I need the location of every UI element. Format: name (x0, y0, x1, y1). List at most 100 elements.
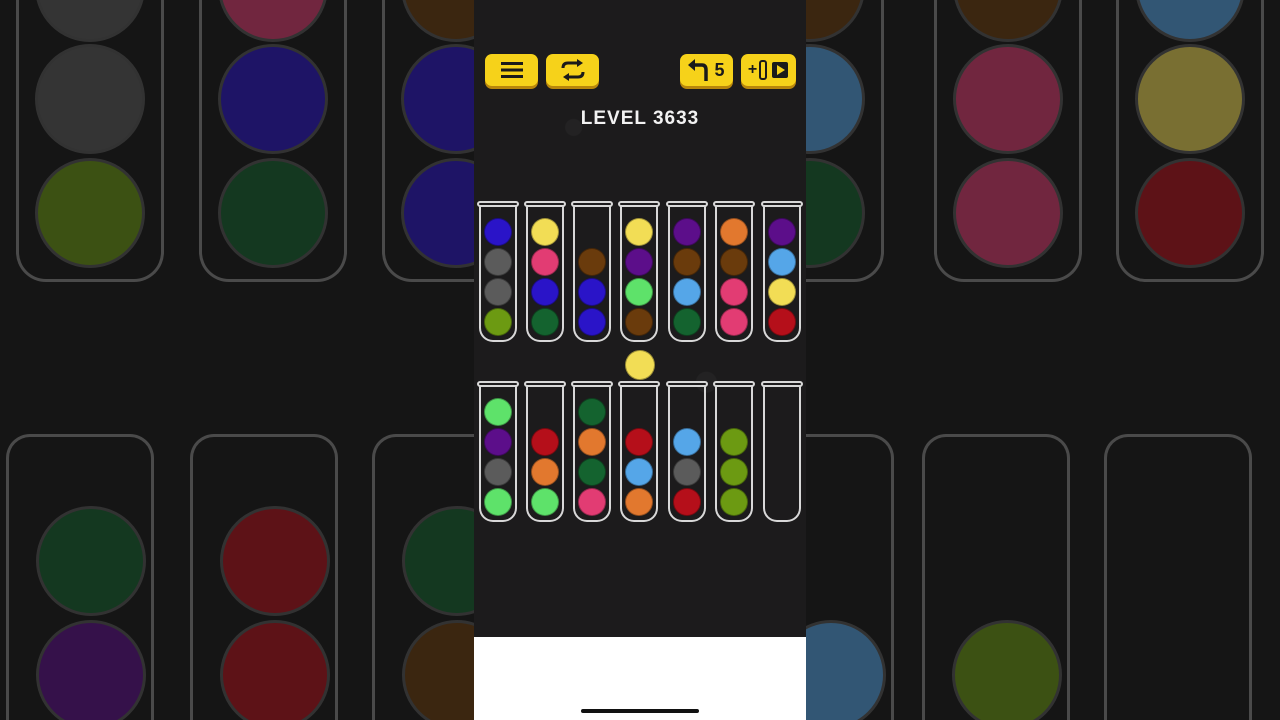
top-row-tube-2[interactable] (524, 201, 566, 342)
top-row-tube-1[interactable] (477, 201, 519, 342)
ball-brown (673, 248, 701, 276)
tube-rim (761, 381, 803, 387)
ball-red (768, 308, 796, 336)
bottom-row-tube-6[interactable] (713, 381, 755, 522)
level-title: LEVEL 3633 (580, 108, 700, 129)
tube-rim (524, 381, 566, 387)
ball-gray (484, 458, 512, 486)
ball-purple (673, 218, 701, 246)
home-indicator (581, 709, 699, 713)
background-ball (36, 506, 146, 616)
ball-olive (720, 428, 748, 456)
background-ball (35, 158, 145, 268)
tube-icon (758, 60, 768, 80)
background-left (0, 0, 474, 720)
ball-skyblue (673, 428, 701, 456)
bottom-row-tube-5[interactable] (666, 381, 708, 522)
tube-rim (477, 201, 519, 207)
ball-purple (484, 428, 512, 456)
background-ball (1135, 158, 1245, 268)
background-ball (220, 620, 330, 720)
ball-orange (720, 218, 748, 246)
ball-red (531, 428, 559, 456)
ball-yellow (768, 278, 796, 306)
top-row-tube-6[interactable] (713, 201, 755, 342)
tube-rim (571, 201, 613, 207)
tube-rim (618, 201, 660, 207)
tube-rim (524, 201, 566, 207)
top-row-tube-3[interactable] (571, 201, 613, 342)
ball-green (578, 398, 606, 426)
restart-button[interactable] (546, 54, 599, 86)
ball-gray (484, 248, 512, 276)
tube-rim (477, 381, 519, 387)
ball-green (578, 458, 606, 486)
ball-orange (625, 488, 653, 516)
ball-brown (625, 308, 653, 336)
bottom-row-tube-7[interactable] (761, 381, 803, 522)
ball-olive (720, 488, 748, 516)
video-play-icon (771, 61, 789, 79)
lifted-ball-yellow[interactable] (625, 350, 655, 380)
tube-rim (713, 201, 755, 207)
ball-yellow (625, 218, 653, 246)
bottom-row-tube-4[interactable] (618, 381, 660, 522)
menu-button[interactable] (485, 54, 538, 86)
top-row-tube-7[interactable] (761, 201, 803, 342)
ball-lime (484, 488, 512, 516)
ball-pink (531, 248, 559, 276)
top-row-tube-4[interactable] (618, 201, 660, 342)
bottom-row-tube-1[interactable] (477, 381, 519, 522)
ball-green (531, 308, 559, 336)
menu-icon (500, 61, 523, 79)
ball-blue (531, 278, 559, 306)
background-ball (218, 44, 328, 154)
ball-orange (531, 458, 559, 486)
add-tube-plus: + (747, 61, 758, 78)
bottom-row-tube-2[interactable] (524, 381, 566, 522)
tube-rim (713, 381, 755, 387)
background-right (806, 0, 1280, 720)
ball-purple (625, 248, 653, 276)
background-ball (953, 158, 1063, 268)
ball-brown (720, 248, 748, 276)
tube-rim (571, 381, 613, 387)
undo-count: 5 (714, 59, 725, 80)
ball-gray (673, 458, 701, 486)
background-tube (1104, 434, 1252, 720)
ball-skyblue (768, 248, 796, 276)
ball-skyblue (673, 278, 701, 306)
ball-red (673, 488, 701, 516)
top-row-tube-5[interactable] (666, 201, 708, 342)
ball-orange (578, 428, 606, 456)
ball-blue (578, 278, 606, 306)
background-ball (953, 44, 1063, 154)
add-tube-button[interactable]: + (741, 54, 796, 86)
ball-brown (578, 248, 606, 276)
ball-skyblue (625, 458, 653, 486)
bottom-bar (474, 637, 806, 720)
ball-yellow (531, 218, 559, 246)
ball-green (673, 308, 701, 336)
ball-lime (625, 278, 653, 306)
background-ball (218, 158, 328, 268)
tube-rim (666, 381, 708, 387)
game-board: 5 + LEVEL 3633 (474, 0, 806, 637)
ball-lime (531, 488, 559, 516)
undo-icon (688, 59, 709, 81)
ball-pink (720, 278, 748, 306)
background-ball (220, 506, 330, 616)
ball-lime (484, 398, 512, 426)
tube-rim (666, 201, 708, 207)
bottom-row-tube-3[interactable] (571, 381, 613, 522)
ball-blue (578, 308, 606, 336)
undo-button[interactable]: 5 (680, 54, 733, 86)
ball-red (625, 428, 653, 456)
background-ball (35, 44, 145, 154)
tube-rim (761, 201, 803, 207)
ball-olive (720, 458, 748, 486)
ball-olive (484, 308, 512, 336)
ball-blue (484, 218, 512, 246)
ball-pink (720, 308, 748, 336)
restart-icon (559, 59, 587, 81)
